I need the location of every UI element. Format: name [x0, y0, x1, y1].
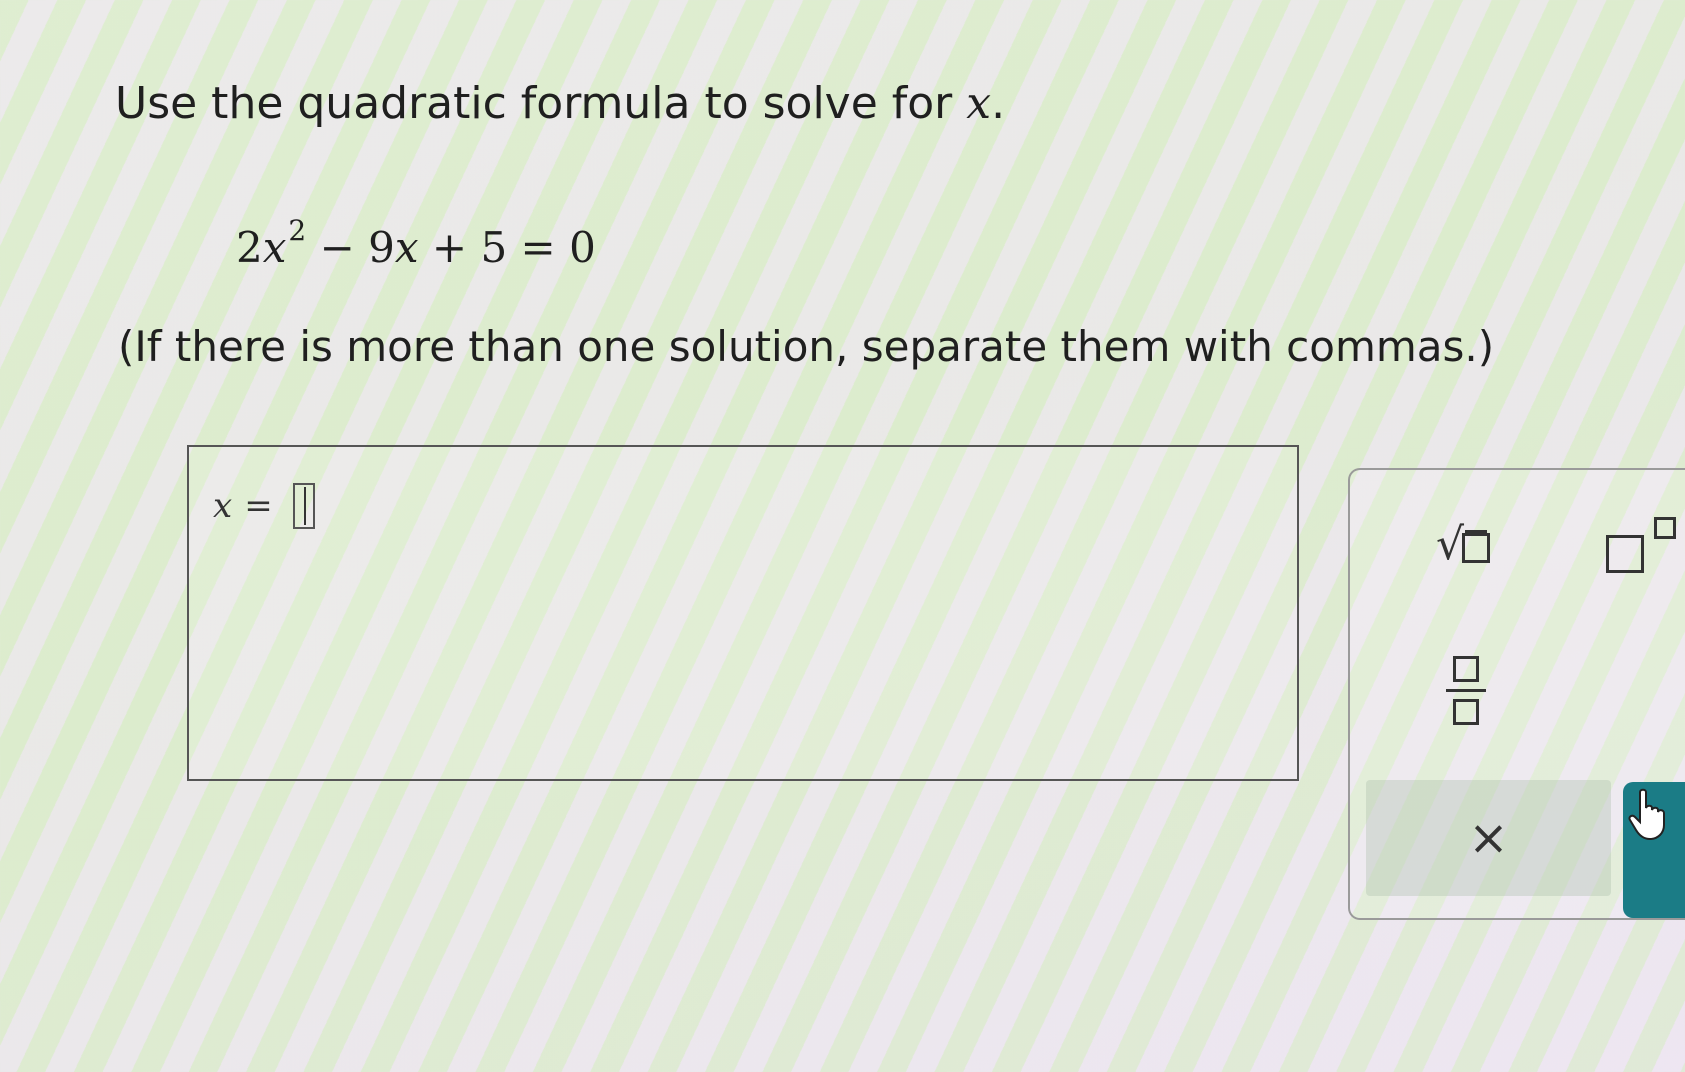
answer-variable: x — [213, 486, 233, 526]
fraction-button[interactable] — [1438, 650, 1494, 730]
prompt-variable: x — [966, 78, 992, 129]
exponent-base-box — [1606, 535, 1644, 573]
square-root-button[interactable]: √ — [1418, 510, 1508, 580]
clear-button[interactable]: × — [1366, 780, 1611, 896]
exponent-icon — [1606, 517, 1676, 573]
fraction-bar — [1446, 688, 1486, 692]
question-prompt: Use the quadratic formula to solve for x… — [115, 78, 1005, 129]
fraction-numerator-box — [1453, 655, 1479, 682]
prompt-text: Use the quadratic formula to solve for — [115, 78, 967, 129]
equation-tail: + 5 = 0 — [418, 223, 596, 272]
instruction-note: (If there is more than one solution, sep… — [118, 322, 1495, 371]
equation: 2x2 − 9x + 5 = 0 — [236, 214, 596, 272]
equation-coef: 2 — [236, 223, 263, 272]
fraction-icon — [1446, 655, 1486, 725]
clear-icon: × — [1468, 810, 1509, 866]
answer-line: x = — [213, 483, 315, 529]
exponent-button[interactable] — [1598, 510, 1684, 580]
radical-sign: √ — [1435, 519, 1465, 570]
equation-middle: − 9 — [306, 223, 395, 272]
radicand-box — [1462, 533, 1491, 563]
answer-equals: = — [244, 486, 273, 526]
square-root-icon: √ — [1435, 519, 1491, 570]
prompt-period: . — [991, 78, 1006, 129]
exponent-power-box — [1654, 517, 1676, 539]
hand-pointer-icon — [1628, 788, 1665, 840]
answer-input-slot[interactable] — [292, 483, 315, 529]
equation-var-2: x — [394, 223, 419, 272]
math-toolbar: √ × — [1348, 468, 1685, 920]
equation-var: x — [262, 223, 287, 272]
fraction-denominator-box — [1453, 698, 1479, 725]
equation-exponent: 2 — [288, 214, 307, 247]
answer-box[interactable]: x = — [187, 445, 1299, 781]
